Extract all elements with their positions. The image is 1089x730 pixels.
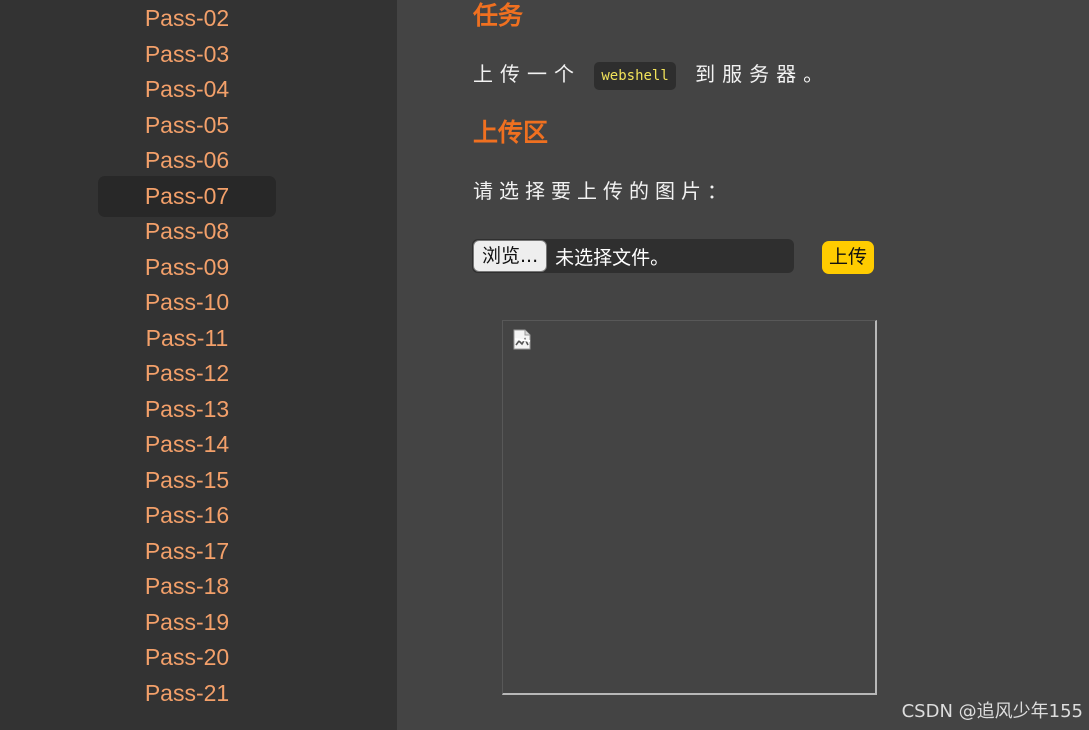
image-preview: [502, 320, 877, 695]
sidebar-item-pass-20[interactable]: Pass-20: [98, 637, 276, 678]
file-status: 未选择文件。: [555, 246, 670, 269]
csdn-watermark: CSDN @追风少年155: [901, 701, 1083, 722]
sidebar-item-pass-06[interactable]: Pass-06: [98, 140, 276, 181]
task-text-before: 上传一个: [473, 62, 581, 86]
sidebar-item-pass-04[interactable]: Pass-04: [98, 69, 276, 110]
browse-button[interactable]: 浏览...: [473, 240, 548, 272]
main-content: 任务 上传一个 webshell 到服务器。 上传区 请选择要上传的图片： 浏览…: [397, 0, 1089, 730]
upload-prompt: 请选择要上传的图片：: [473, 179, 733, 203]
sidebar-item-pass-08[interactable]: Pass-08: [98, 211, 276, 252]
file-input[interactable]: 浏览... 未选择文件。: [472, 239, 794, 273]
upload-heading: 上传区: [473, 118, 549, 147]
upload-button[interactable]: 上传: [822, 241, 874, 274]
sidebar-item-pass-18[interactable]: Pass-18: [98, 566, 276, 607]
upload-labs-page: Pass-02 Pass-03 Pass-04 Pass-05 Pass-06 Pass-…: [0, 0, 1089, 730]
sidebar: Pass-02 Pass-03 Pass-04 Pass-05 Pass-06 Pass-…: [0, 0, 397, 730]
task-text-after: 到服务器。: [695, 62, 831, 86]
sidebar-item-pass-12[interactable]: Pass-12: [98, 353, 276, 394]
broken-image-icon: [513, 329, 531, 350]
sidebar-item-pass-16[interactable]: Pass-16: [98, 495, 276, 536]
sidebar-item-pass-14[interactable]: Pass-14: [98, 424, 276, 465]
sidebar-item-pass-21[interactable]: Pass-21: [98, 673, 276, 714]
task-description: 上传一个 webshell 到服务器。: [473, 58, 830, 90]
task-heading: 任务: [473, 1, 524, 30]
webshell-code: webshell: [594, 61, 676, 90]
sidebar-item-pass-10[interactable]: Pass-10: [98, 282, 276, 323]
